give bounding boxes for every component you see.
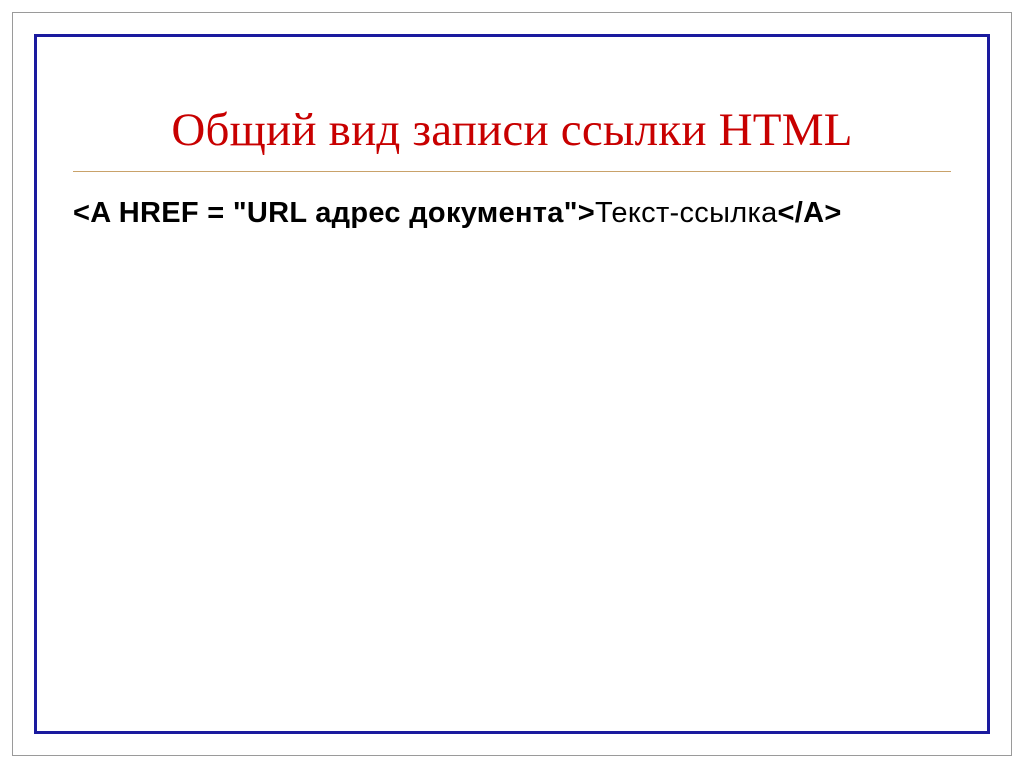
slide-inner-frame: Общий вид записи ссылки HTML <A HREF = "… bbox=[34, 34, 990, 734]
html-tag-close: </A> bbox=[778, 197, 842, 229]
slide-body: <A HREF = "URL адрес документа">Текст-сс… bbox=[73, 194, 951, 233]
slide-outer-frame: Общий вид записи ссылки HTML <A HREF = "… bbox=[12, 12, 1012, 756]
html-tag-open: <A HREF = "URL адрес документа"> bbox=[73, 197, 595, 229]
slide-title: Общий вид записи ссылки HTML bbox=[73, 103, 951, 157]
title-underline bbox=[73, 171, 951, 172]
link-text-literal: Текст-ссылка bbox=[595, 197, 778, 229]
